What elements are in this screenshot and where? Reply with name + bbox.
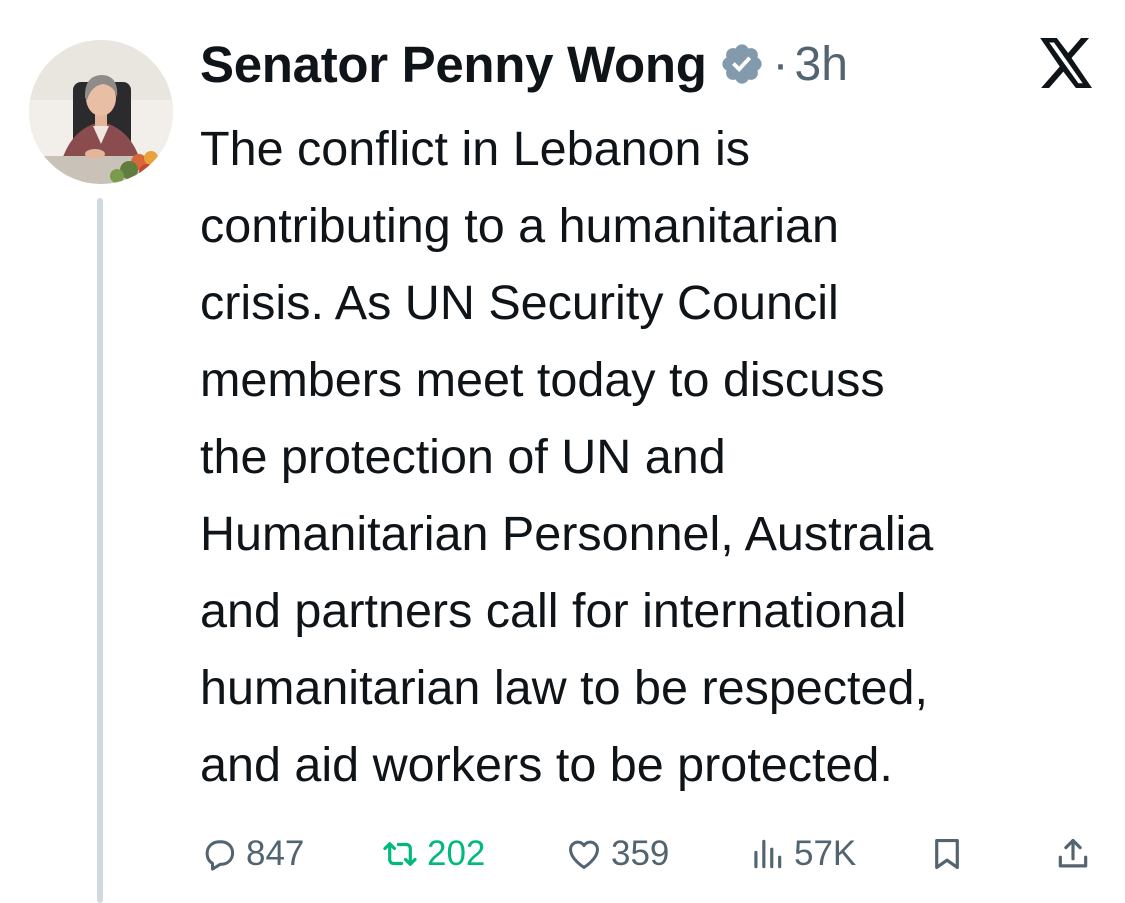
tweet-text-line: crisis. As UN Security Council bbox=[200, 276, 839, 330]
like-button[interactable]: 359 bbox=[565, 832, 669, 876]
tweet-header: Senator Penny Wong · 3h bbox=[200, 30, 848, 98]
share-icon bbox=[1058, 838, 1088, 868]
views-chart-icon bbox=[754, 839, 782, 869]
avatar[interactable] bbox=[29, 40, 173, 184]
repost-count: 202 bbox=[427, 834, 486, 873]
repost-icon bbox=[383, 842, 417, 866]
tweet-text-line: Humanitarian Personnel, Australia bbox=[200, 507, 934, 561]
display-name[interactable]: Senator Penny Wong bbox=[200, 35, 707, 94]
tweet-text-line: contributing to a humanitarian bbox=[200, 199, 839, 253]
x-logo-icon bbox=[1039, 38, 1095, 88]
bookmark-icon bbox=[935, 838, 959, 870]
separator-dot: · bbox=[772, 37, 789, 91]
tweet-text-line: The conflict in Lebanon is bbox=[200, 122, 751, 176]
repost-button[interactable]: 202 bbox=[381, 832, 485, 876]
bookmark-button[interactable] bbox=[928, 832, 966, 876]
reply-icon bbox=[205, 840, 235, 871]
heart-icon bbox=[569, 840, 599, 869]
tweet-text-line: members meet today to discuss bbox=[200, 353, 885, 407]
tweet-body: The conflict in Lebanon is contributing … bbox=[200, 111, 1100, 804]
tweet-text-line: and aid workers to be protected. bbox=[200, 738, 893, 792]
thread-connector-line bbox=[97, 198, 103, 903]
tweet-text-line: and partners call for international bbox=[200, 584, 907, 638]
verified-badge-icon bbox=[719, 41, 765, 87]
views-button[interactable]: 57K bbox=[748, 832, 856, 876]
tweet-text-line: the protection of UN and bbox=[200, 430, 726, 484]
reply-button[interactable]: 847 bbox=[200, 832, 304, 876]
share-button[interactable] bbox=[1054, 832, 1092, 876]
views-count: 57K bbox=[794, 834, 857, 873]
tweet-text-line: humanitarian law to be respected, bbox=[200, 661, 928, 715]
reply-count: 847 bbox=[246, 834, 305, 873]
profile-photo bbox=[29, 40, 173, 184]
like-count: 359 bbox=[611, 834, 670, 873]
timestamp[interactable]: 3h bbox=[795, 37, 848, 92]
